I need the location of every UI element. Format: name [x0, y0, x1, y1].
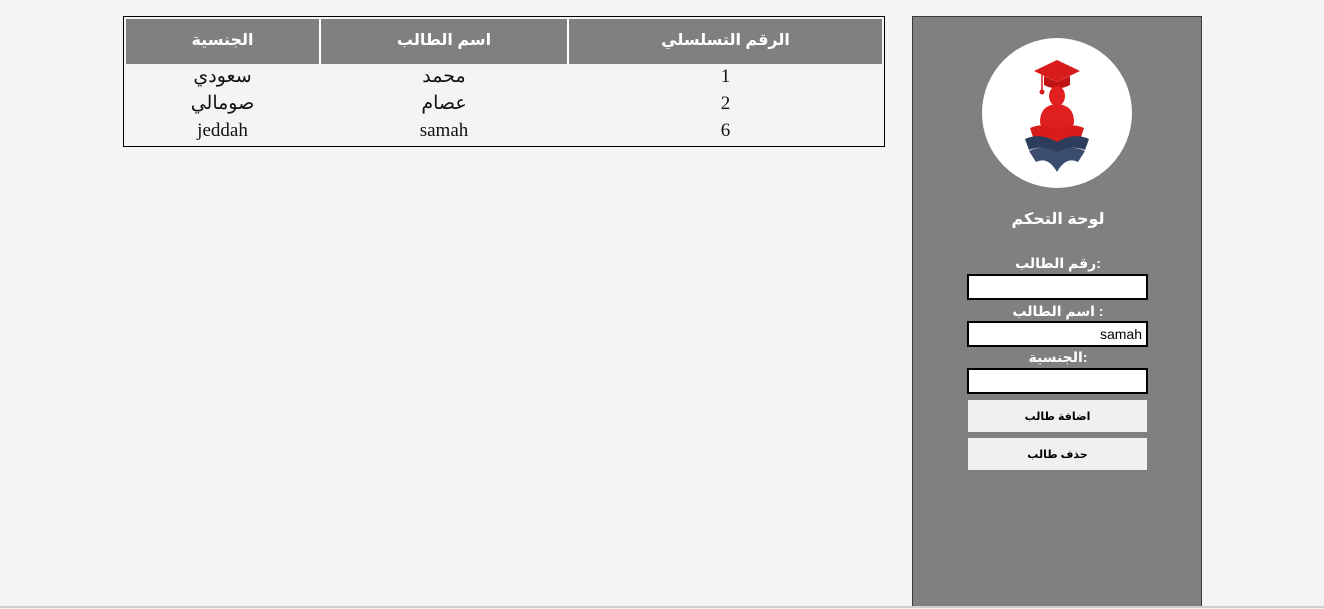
- students-table: الجنسية اسم الطالب الرقم التسلسلي سعودي …: [123, 16, 885, 147]
- student-id-label: رقم الطالب:: [1015, 255, 1101, 271]
- cell-serial-number: 6: [720, 120, 731, 141]
- nationality-label: الجنسية:: [1028, 349, 1088, 365]
- nationality-field[interactable]: [967, 368, 1148, 394]
- cell-nationality: jeddah: [197, 120, 248, 141]
- graduate-reading-book-icon: [1025, 60, 1089, 172]
- student-name-label: اسم الطالب :: [1012, 303, 1104, 319]
- cell-student-name: محمد: [422, 66, 466, 87]
- cell-nationality: صومالي: [190, 93, 255, 114]
- delete-student-button[interactable]: حذف طالب: [968, 438, 1147, 470]
- cell-nationality: سعودي: [193, 66, 252, 87]
- logo: [982, 38, 1132, 188]
- add-student-button[interactable]: اضافة طالب: [968, 400, 1147, 432]
- table-row[interactable]: jeddah samah 6: [124, 117, 884, 144]
- student-name-field[interactable]: [967, 321, 1148, 347]
- cell-student-name: samah: [419, 120, 469, 141]
- page: الجنسية اسم الطالب الرقم التسلسلي سعودي …: [0, 0, 1324, 609]
- cell-student-name: عصام: [421, 93, 467, 114]
- page-bottom-border: [0, 606, 1324, 608]
- header-nationality: الجنسية: [191, 32, 254, 49]
- header-student-name: اسم الطالب: [396, 32, 492, 49]
- cell-serial-number: 2: [720, 93, 731, 114]
- control-panel-sidebar: لوحة التحكم رقم الطالب: اسم الطالب : الج…: [912, 16, 1202, 608]
- cell-serial-number: 1: [720, 66, 731, 87]
- header-serial-number: الرقم التسلسلي: [661, 32, 790, 49]
- panel-title: لوحة التحكم: [1011, 211, 1105, 228]
- student-id-field[interactable]: [967, 274, 1148, 300]
- table-row[interactable]: سعودي محمد 1: [124, 63, 884, 90]
- table-header-row: الجنسية اسم الطالب الرقم التسلسلي: [126, 19, 882, 64]
- table-row[interactable]: صومالي عصام 2: [124, 90, 884, 117]
